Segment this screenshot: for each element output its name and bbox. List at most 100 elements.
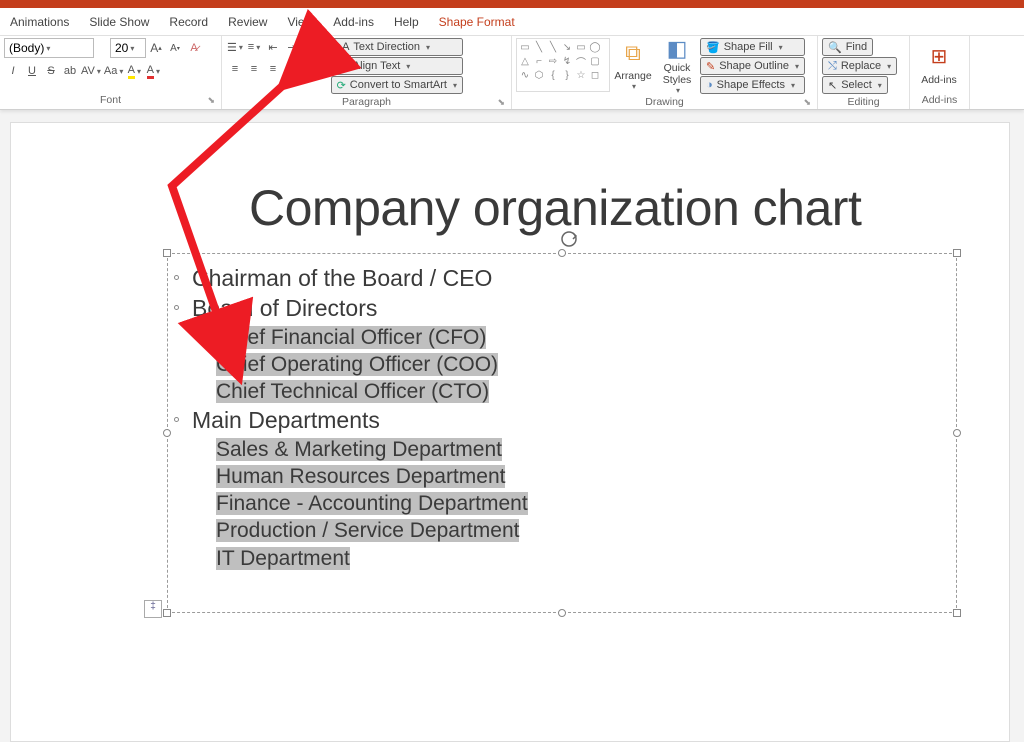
- ribbon-tabs: Animations Slide Show Record Review View…: [0, 8, 1024, 36]
- group-label-font: Font⬊: [4, 92, 217, 109]
- list-item[interactable]: Chairman of the Board / CEO: [192, 264, 936, 294]
- list-item-text: Finance - Accounting Department: [216, 492, 528, 515]
- tab-addins[interactable]: Add-ins: [323, 8, 384, 35]
- list-item-text: Production / Service Department: [216, 519, 519, 542]
- align-text-button[interactable]: [‡]Align Text ▾: [331, 57, 463, 75]
- dialog-launcher-icon[interactable]: ⬊: [803, 97, 811, 108]
- quick-styles-icon: ◧: [662, 36, 692, 62]
- shape-rect-icon: ▭: [519, 41, 531, 53]
- slide-title[interactable]: Company organization chart: [249, 179, 861, 237]
- dialog-launcher-icon[interactable]: ⬊: [497, 97, 505, 108]
- justify-button[interactable]: ≡: [283, 60, 301, 78]
- find-button[interactable]: 🔍Find: [822, 38, 873, 56]
- columns-button[interactable]: ▥▾: [302, 60, 320, 78]
- smartart-icon: ⟳: [337, 79, 346, 92]
- group-addins: ⊞ Add-ins Add-ins: [910, 36, 970, 109]
- resize-handle[interactable]: [163, 249, 171, 257]
- shape-arrow2-icon: ⇨: [547, 55, 559, 67]
- font-family-value: (Body): [9, 41, 44, 55]
- rotation-handle-icon[interactable]: [559, 229, 579, 249]
- tab-slideshow[interactable]: Slide Show: [79, 8, 159, 35]
- autofit-options-button[interactable]: ‡: [144, 600, 162, 618]
- font-family-picker[interactable]: (Body)▾: [4, 38, 94, 58]
- convert-smartart-button[interactable]: ⟳Convert to SmartArt ▾: [331, 76, 463, 94]
- list-item[interactable]: Board of Directors: [192, 294, 936, 324]
- replace-button[interactable]: ⤭Replace ▾: [822, 57, 897, 75]
- align-right-button[interactable]: ≡: [264, 60, 282, 78]
- list-item-text: Chief Financial Officer (CFO): [216, 326, 486, 349]
- char-spacing-button[interactable]: AV▾: [80, 62, 102, 80]
- shadow-ab-button[interactable]: ab: [61, 62, 79, 80]
- list-item[interactable]: Sales & Marketing Department: [216, 436, 936, 463]
- underline-button[interactable]: U: [23, 62, 41, 80]
- list-item[interactable]: Chief Technical Officer (CTO): [216, 378, 936, 405]
- text-direction-button[interactable]: ↕AText Direction ▾: [331, 38, 463, 56]
- tab-shape-format[interactable]: Shape Format: [429, 8, 525, 35]
- resize-handle[interactable]: [953, 429, 961, 437]
- bullets-button[interactable]: ☰▾: [226, 38, 244, 56]
- bullet-icon: [174, 417, 179, 422]
- addins-button[interactable]: ⊞ Add-ins: [914, 38, 964, 92]
- list-item[interactable]: Chief Financial Officer (CFO): [216, 324, 936, 351]
- resize-handle[interactable]: [163, 609, 171, 617]
- list-item[interactable]: Chief Operating Officer (COO): [216, 351, 936, 378]
- tab-record[interactable]: Record: [159, 8, 218, 35]
- group-editing: 🔍Find ⤭Replace ▾ ↖Select ▾ Editing: [818, 36, 910, 109]
- shape-fill-button[interactable]: 🪣Shape Fill ▾: [700, 38, 805, 56]
- select-button[interactable]: ↖Select ▾: [822, 76, 888, 94]
- change-case-button[interactable]: Aa▾: [103, 62, 124, 80]
- list-item[interactable]: Human Resources Department: [216, 463, 936, 490]
- shape-star-icon: ☆: [575, 69, 587, 81]
- group-label-addins: Add-ins: [914, 92, 965, 109]
- tab-review[interactable]: Review: [218, 8, 277, 35]
- group-font: (Body)▾ 20▾ A▴ A▾ A̷ I U S ab AV▾ Aa▾ A▾…: [0, 36, 222, 109]
- list-item[interactable]: IT Department: [216, 545, 936, 572]
- dialog-launcher-icon[interactable]: ⬊: [207, 95, 215, 106]
- resize-handle[interactable]: [163, 429, 171, 437]
- increase-indent-button[interactable]: ⇥: [283, 38, 301, 56]
- content-text-frame[interactable]: ‡ Chairman of the Board / CEOBoard of Di…: [167, 253, 957, 613]
- shape-outline-button[interactable]: ✎Shape Outline ▾: [700, 57, 805, 75]
- list-item-text: Chief Technical Officer (CTO): [216, 380, 489, 403]
- resize-handle[interactable]: [558, 609, 566, 617]
- quick-styles-button[interactable]: ◧ Quick Styles▾: [656, 38, 698, 92]
- list-item-text: Chairman of the Board / CEO: [192, 265, 492, 291]
- titlebar-strip: [0, 0, 1024, 8]
- shape-effects-button[interactable]: ◑Shape Effects ▾: [700, 76, 805, 94]
- clear-formatting-button[interactable]: A̷: [185, 39, 203, 57]
- decrease-font-button[interactable]: A▾: [166, 39, 184, 57]
- resize-handle[interactable]: [953, 609, 961, 617]
- group-label-paragraph: Paragraph⬊: [226, 94, 507, 111]
- increase-font-button[interactable]: A▴: [147, 39, 165, 57]
- chevron-down-icon: ▾: [130, 44, 134, 53]
- decrease-indent-button[interactable]: ⇤: [264, 38, 282, 56]
- align-left-button[interactable]: ≡: [226, 60, 244, 78]
- tab-help[interactable]: Help: [384, 8, 429, 35]
- shape-line2-icon: ╲: [547, 41, 559, 53]
- bullet-icon: [174, 305, 179, 310]
- list-item[interactable]: Main Departments: [192, 406, 936, 436]
- shape-arrow-icon: ↘: [561, 41, 573, 53]
- bullet-icon: [174, 275, 179, 280]
- line-spacing-button[interactable]: ‡≡▾: [302, 38, 323, 56]
- shape-tri-icon: △: [519, 55, 531, 67]
- font-size-picker[interactable]: 20▾: [110, 38, 146, 58]
- font-color-button[interactable]: A▾: [144, 62, 162, 80]
- list-item[interactable]: Finance - Accounting Department: [216, 490, 936, 517]
- strike-button[interactable]: S: [42, 62, 60, 80]
- resize-handle[interactable]: [558, 249, 566, 257]
- resize-handle[interactable]: [953, 249, 961, 257]
- highlight-button[interactable]: A▾: [125, 62, 143, 80]
- list-item-text: Chief Operating Officer (COO): [216, 353, 498, 376]
- numbering-button[interactable]: ≡▾: [245, 38, 263, 56]
- arrange-button[interactable]: ⧉ Arrange▾: [612, 38, 654, 92]
- outline-icon: ✎: [706, 60, 715, 73]
- list-item[interactable]: Production / Service Department: [216, 517, 936, 544]
- tab-view[interactable]: View: [277, 8, 323, 35]
- tab-animations[interactable]: Animations: [0, 8, 79, 35]
- italic-button[interactable]: I: [4, 62, 22, 80]
- shapes-gallery[interactable]: ▭╲╲↘▭◯ △⌐⇨↯⌒▢ ∿⬡{}☆◻: [516, 38, 610, 92]
- content-list[interactable]: Chairman of the Board / CEO Board of Dire…: [168, 254, 956, 582]
- slide-canvas[interactable]: Company organization chart ‡ Chairman of…: [10, 122, 1010, 742]
- align-center-button[interactable]: ≡: [245, 60, 263, 78]
